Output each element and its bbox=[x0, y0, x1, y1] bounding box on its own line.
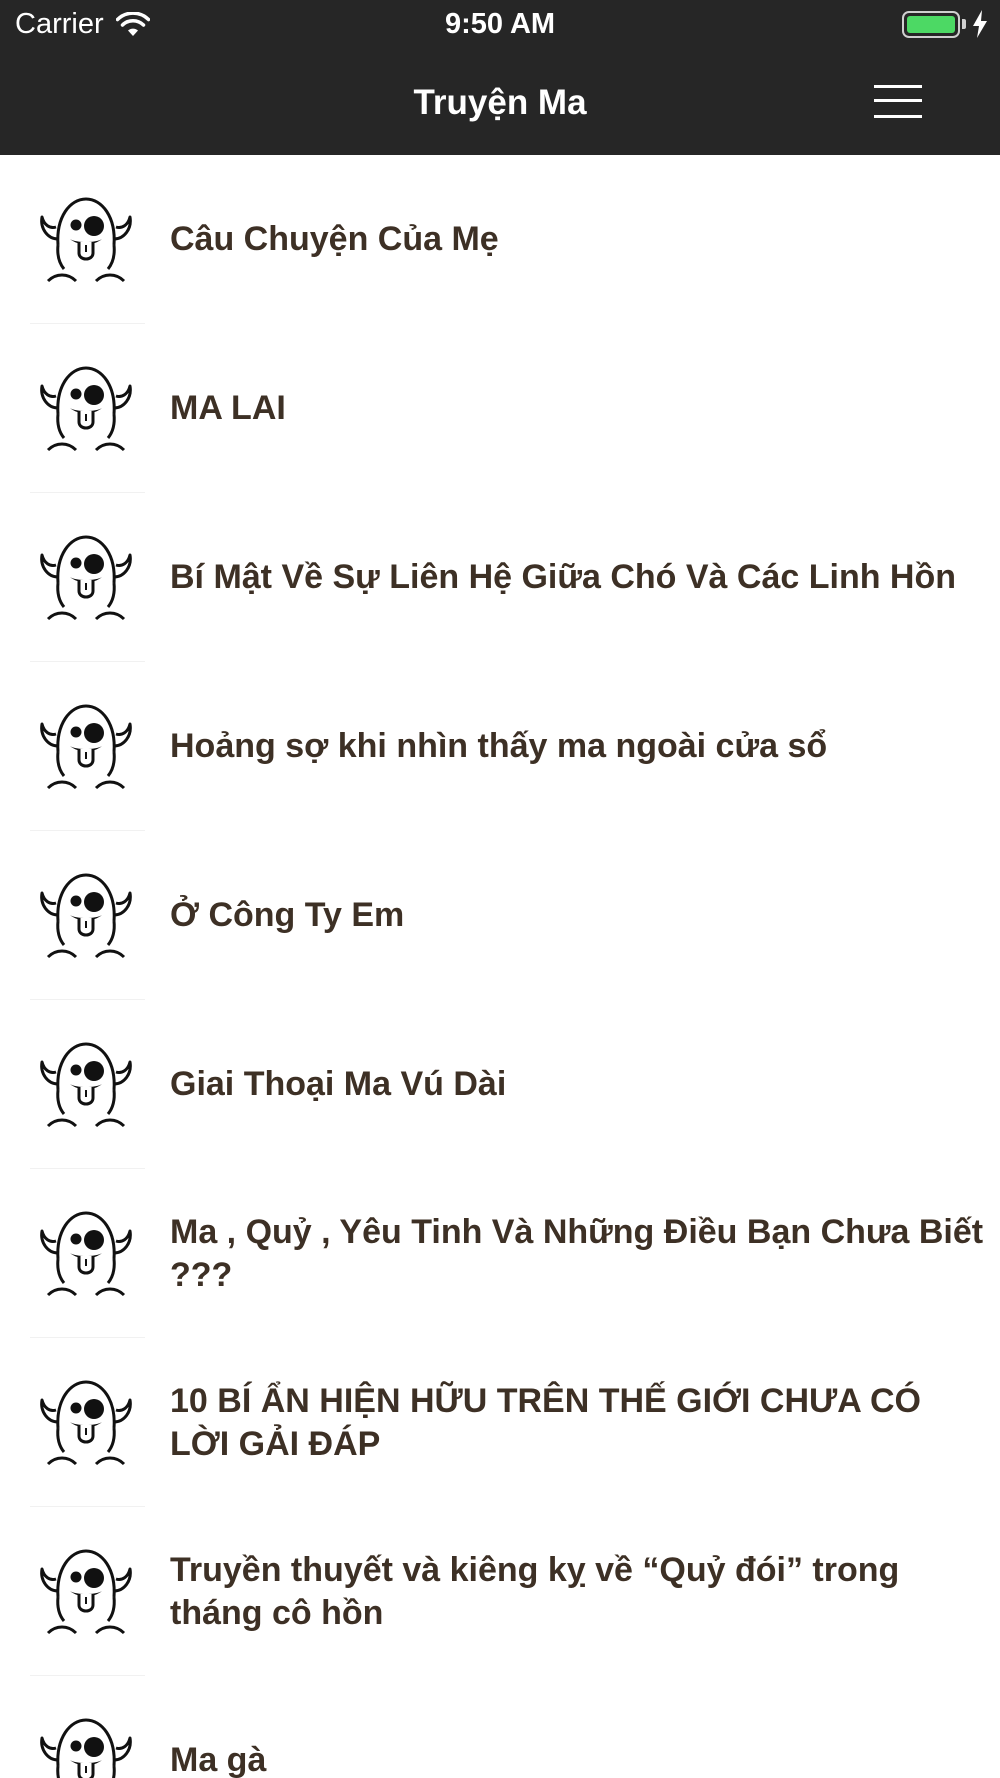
list-item-9[interactable]: Truyền thuyết và kiêng kỵ về “Quỷ đói” t… bbox=[0, 1507, 1000, 1676]
ghost-icon bbox=[40, 535, 132, 621]
story-list[interactable]: Câu Chuyện Của Mẹ MA LAI Bí Mật Về Sự Li… bbox=[0, 155, 1000, 1778]
ghost-icon bbox=[40, 366, 132, 452]
status-bar: Carrier 9:50 AM bbox=[0, 0, 1000, 50]
story-title: Truyền thuyết và kiêng kỵ về “Quỷ đói” t… bbox=[170, 1550, 900, 1632]
battery-indicator bbox=[902, 10, 988, 38]
story-title: Giai Thoại Ma Vú Dài bbox=[170, 1065, 507, 1103]
list-item-2[interactable]: MA LAI bbox=[0, 324, 1000, 493]
story-title: Câu Chuyện Của Mẹ bbox=[170, 220, 499, 258]
status-time: 9:50 AM bbox=[444, 8, 556, 40]
story-title: Ở Công Ty Em bbox=[170, 896, 405, 934]
navigation-bar: Truyện Ma bbox=[0, 50, 1000, 155]
ghost-icon bbox=[40, 1549, 132, 1635]
menu-line bbox=[874, 85, 922, 88]
list-item-7[interactable]: Ma , Quỷ , Yêu Tinh Và Những Điều Bạn Ch… bbox=[0, 1169, 1000, 1338]
list-item-1[interactable]: Câu Chuyện Của Mẹ bbox=[0, 155, 1000, 324]
story-title: Ma , Quỷ , Yêu Tinh Và Những Điều Bạn Ch… bbox=[170, 1212, 984, 1294]
ghost-icon bbox=[40, 1380, 132, 1466]
ghost-icon bbox=[40, 1042, 132, 1128]
menu-line bbox=[874, 115, 922, 118]
list-item-3[interactable]: Bí Mật Về Sự Liên Hệ Giữa Chó Và Các Lin… bbox=[0, 493, 1000, 662]
ghost-icon bbox=[40, 197, 132, 283]
ghost-icon bbox=[40, 704, 132, 790]
list-item-4[interactable]: Hoảng sợ khi nhìn thấy ma ngoài cửa sổ bbox=[0, 662, 1000, 831]
list-item-5[interactable]: Ở Công Ty Em bbox=[0, 831, 1000, 1000]
charging-bolt-icon bbox=[973, 10, 987, 38]
story-title: Hoảng sợ khi nhìn thấy ma ngoài cửa sổ bbox=[170, 727, 828, 765]
ghost-icon bbox=[40, 1211, 132, 1297]
battery-nub bbox=[962, 19, 966, 29]
page-title: Truyện Ma bbox=[413, 83, 587, 122]
list-item-6[interactable]: Giai Thoại Ma Vú Dài bbox=[0, 1000, 1000, 1169]
hamburger-menu-icon[interactable] bbox=[868, 83, 928, 123]
menu-line bbox=[874, 99, 922, 102]
battery-level bbox=[907, 15, 955, 33]
story-title: Bí Mật Về Sự Liên Hệ Giữa Chó Và Các Lin… bbox=[170, 558, 957, 596]
story-title: MA LAI bbox=[170, 389, 286, 427]
ghost-icon bbox=[40, 873, 132, 959]
story-title: 10 BÍ ẨN HIỆN HỮU TRÊN THẾ GIỚI CHƯA CÓ … bbox=[170, 1381, 921, 1463]
ghost-icon bbox=[40, 1718, 132, 1778]
story-title: Ma gà bbox=[170, 1741, 267, 1778]
list-item-10[interactable]: Ma gà bbox=[0, 1676, 1000, 1778]
list-item-8[interactable]: 10 BÍ ẨN HIỆN HỮU TRÊN THẾ GIỚI CHƯA CÓ … bbox=[0, 1338, 1000, 1507]
battery-icon bbox=[902, 10, 960, 38]
